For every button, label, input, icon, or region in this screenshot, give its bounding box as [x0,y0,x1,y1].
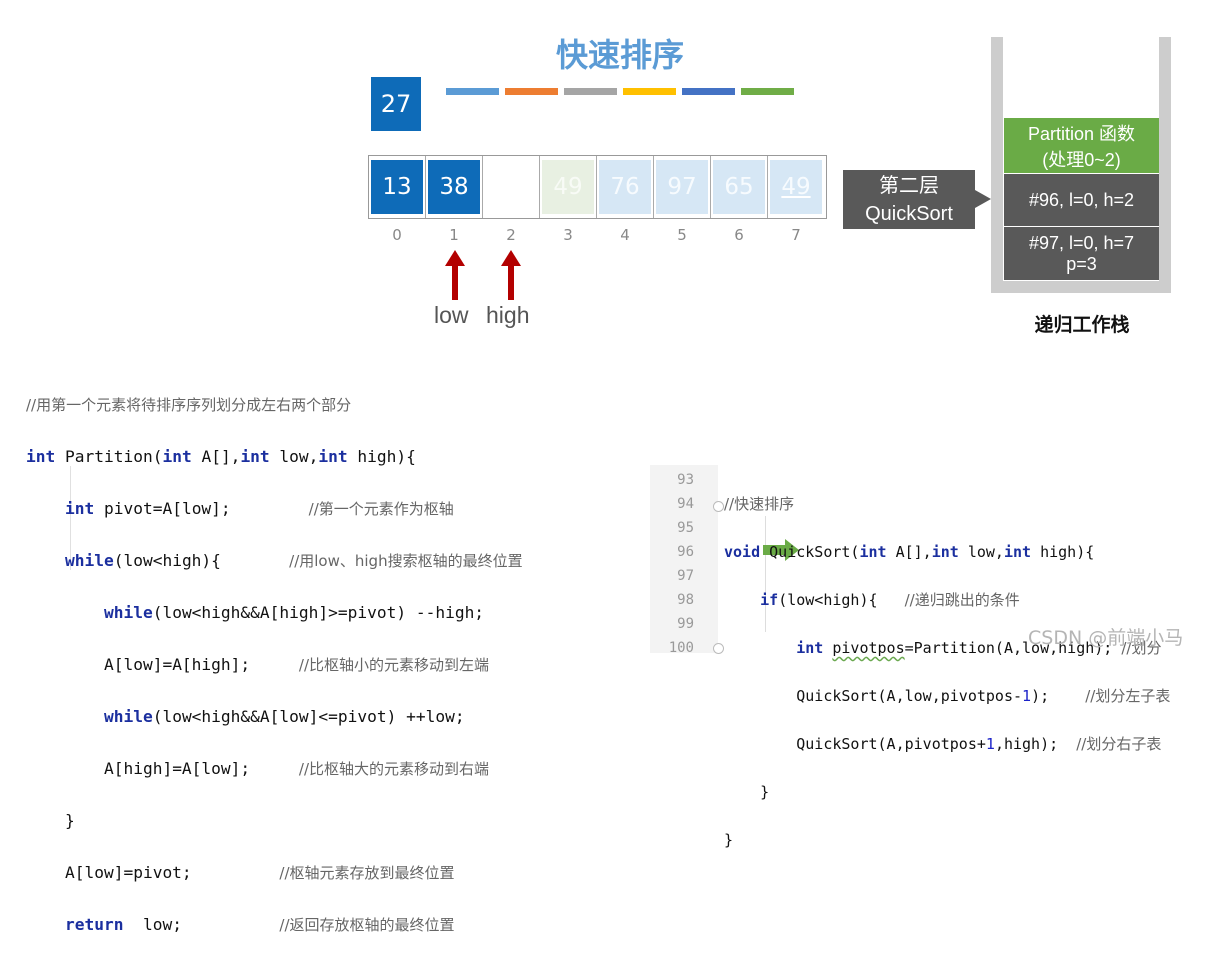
ide-line-number: 94 [677,496,694,512]
code-line: int Partition(int A[],int low,int high){ [26,447,416,466]
array-index: 0 [392,226,402,244]
quicksort-code: //快速排序 void QuickSort(int A[],int low,in… [724,468,1170,876]
stack-right-wall [1159,37,1171,293]
stack-left-wall [991,37,1003,293]
stack-frame-text: p=3 [1066,253,1097,274]
code-line: QuickSort(A,low,pivotpos-1); //划分左子表 [796,687,1171,705]
ide-line-number: 99 [677,616,694,632]
array-cell: 38 [428,160,480,214]
code-line: A[high]=A[low]; //比枢轴大的元素移动到右端 [103,759,489,778]
array-index: 6 [734,226,744,244]
array-cell-divider [710,156,711,218]
stack-frame-text: (处理0~2) [1042,149,1121,170]
array-cell: 49 [542,160,594,214]
color-bar [741,88,794,95]
stack-caption: 递归工作栈 [1034,314,1130,336]
array-index: 5 [677,226,687,244]
code-line: A[low]=pivot; //枢轴元素存放到最终位置 [64,863,455,882]
page-title: 快速排序 [555,36,684,74]
low-pointer-label: low [434,302,469,328]
color-bar [564,88,617,95]
array-cell-divider [425,156,426,218]
ide-line-number: 95 [677,520,694,536]
array-cell: 49 [770,160,822,214]
array-index: 4 [620,226,630,244]
stack-frame-text: #97, l=0, h=7 [1028,232,1135,253]
array-index: 1 [449,226,459,244]
fold-marker-icon[interactable] [713,501,724,512]
fold-marker-icon[interactable] [713,643,724,654]
color-bar [446,88,499,95]
code-line: } [724,831,734,849]
code-line: } [760,783,770,801]
ide-line-number: 100 [668,640,694,656]
watermark: CSDN @前端小马 [1028,627,1184,649]
stack-frame-partition: Partition 函数 (处理0~2) [1004,118,1159,173]
array-cell: 76 [599,160,651,214]
callout-pointer [975,190,991,208]
array-cell-divider [653,156,654,218]
low-pointer-arrow-icon [445,250,465,300]
array-cell: 13 [371,160,423,214]
array-cell-divider [767,156,768,218]
stack-frame-text: Partition 函数 [1027,123,1136,144]
ide-line-number: 98 [677,592,694,608]
color-bar [505,88,558,95]
stack-frame-96: #96, l=0, h=2 [1004,174,1159,226]
array-cell-divider [539,156,540,218]
code-line: void QuickSort(int A[],int low,int high)… [724,543,1095,561]
code-line: A[low]=A[high]; //比枢轴小的元素移动到左端 [103,655,489,674]
high-pointer-label: high [486,302,530,328]
array-index: 2 [506,226,516,244]
high-pointer-arrow-icon [501,250,521,300]
array-index: 7 [791,226,801,244]
code-comment: //用第一个元素将待排序序列划分成左右两个部分 [26,396,352,414]
color-bar [682,88,735,95]
code-line: int pivot=A[low]; //第一个元素作为枢轴 [64,499,454,518]
ide-line-number: 97 [677,568,694,584]
color-bar [623,88,676,95]
partition-code: //用第一个元素将待排序序列划分成左右两个部分 int Partition(in… [26,366,523,964]
array-index: 3 [563,226,573,244]
code-line: if(low<high){ //递归跳出的条件 [760,591,1020,609]
array-cell: 65 [713,160,765,214]
code-line: QuickSort(A,pivotpos+1,high); //划分右子表 [796,735,1162,753]
code-line: //快速排序 [724,495,795,513]
stack-bottom [991,281,1171,293]
pivot-value-box: 27 [371,77,421,131]
stack-frame-97: #97, l=0, h=7 p=3 [1004,227,1159,280]
callout-line1: 第二层 [879,174,939,197]
code-line: while(low<high){ //用low、high搜索枢轴的最终位置 [64,551,523,570]
code-line: return low; //返回存放枢轴的最终位置 [64,915,455,934]
ide-line-number: 93 [677,472,694,488]
code-line: while(low<high&&A[low]<=pivot) ++low; [103,707,465,726]
array-cell-divider [482,156,483,218]
recursion-level-callout: 第二层 QuickSort [843,170,975,229]
code-line: while(low<high&&A[high]>=pivot) --high; [103,603,485,622]
array-cell: 97 [656,160,708,214]
stack-frame-text: #96, l=0, h=2 [1028,189,1135,210]
callout-line2: QuickSort [865,202,953,225]
code-line: } [64,811,75,830]
array-cell [485,160,537,214]
ide-line-number: 96 [677,544,694,560]
array-cell-divider [596,156,597,218]
